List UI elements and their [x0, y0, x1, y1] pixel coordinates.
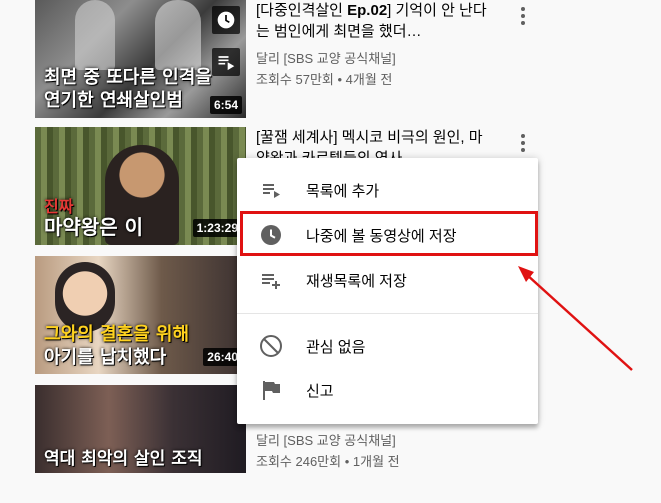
annotation-arrow: [518, 266, 633, 371]
